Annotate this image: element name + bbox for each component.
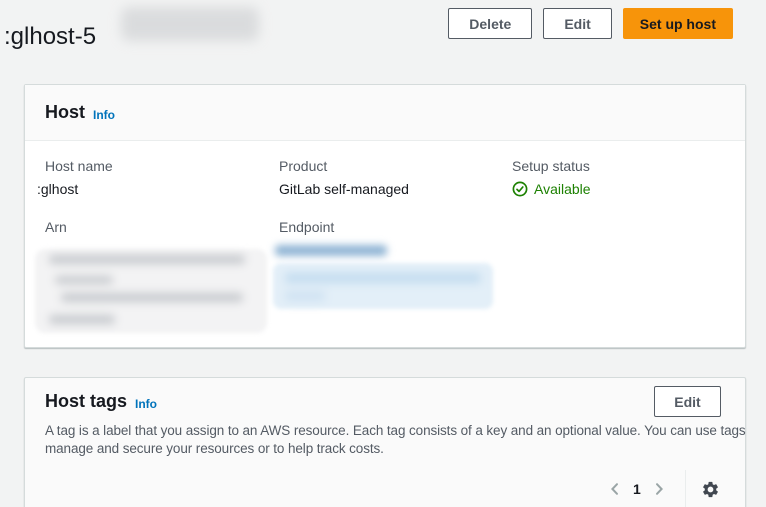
page-actions: Delete Edit Set up host <box>448 8 733 39</box>
host-tags-description-line2: manage and secure your resources or to h… <box>45 440 747 458</box>
chevron-left-icon <box>607 481 623 497</box>
edit-button[interactable]: Edit <box>543 8 611 39</box>
tags-pagination: 1 <box>603 470 724 507</box>
endpoint-field: Endpoint <box>279 219 334 235</box>
product-label: Product <box>279 158 409 174</box>
setup-status-value: Available <box>534 181 591 197</box>
arn-field: Arn <box>45 219 67 235</box>
host-name-value: :glhost <box>37 181 113 197</box>
product-field: Product GitLab self-managed <box>279 158 409 197</box>
host-tags-title: Host tags <box>45 391 127 412</box>
redacted-arn-value <box>35 249 267 333</box>
set-up-host-button[interactable]: Set up host <box>623 8 733 39</box>
host-tags-info-link[interactable]: Info <box>135 397 157 411</box>
host-card-title: Host <box>45 102 85 123</box>
page-title: :glhost-5 <box>4 23 96 51</box>
endpoint-label: Endpoint <box>279 219 334 235</box>
host-info-link[interactable]: Info <box>93 108 115 122</box>
pagination-divider <box>685 470 686 507</box>
host-tags-card: Host tags Info Edit A tag is a label tha… <box>24 377 746 507</box>
host-card-body: Host name :glhost Product GitLab self-ma… <box>25 141 745 347</box>
redacted-endpoint-link[interactable] <box>273 243 501 325</box>
arn-label: Arn <box>45 219 67 235</box>
current-page-number[interactable]: 1 <box>633 481 641 497</box>
preferences-button[interactable] <box>698 476 724 502</box>
chevron-right-icon <box>651 481 667 497</box>
next-page-button[interactable] <box>647 477 671 501</box>
host-card-header: Host Info <box>25 85 745 141</box>
host-tags-header: Host tags Info <box>45 391 157 412</box>
previous-page-button[interactable] <box>603 477 627 501</box>
host-name-label: Host name <box>45 158 113 174</box>
setup-status-field: Setup status Available <box>512 158 591 197</box>
delete-button[interactable]: Delete <box>448 8 532 39</box>
redacted-host-name-suffix <box>121 7 259 41</box>
host-detail-page: :glhost-5 Delete Edit Set up host Host I… <box>0 0 766 507</box>
host-name-field: Host name :glhost <box>45 158 113 197</box>
host-tags-description: A tag is a label that you assign to an A… <box>45 422 747 458</box>
product-value: GitLab self-managed <box>279 181 409 197</box>
check-circle-icon <box>512 181 528 197</box>
host-card: Host Info Host name :glhost Product GitL… <box>24 84 746 348</box>
host-tags-description-line1: A tag is a label that you assign to an A… <box>45 422 747 440</box>
setup-status-label: Setup status <box>512 158 591 174</box>
gear-icon <box>701 480 720 499</box>
edit-tags-button[interactable]: Edit <box>654 386 721 417</box>
